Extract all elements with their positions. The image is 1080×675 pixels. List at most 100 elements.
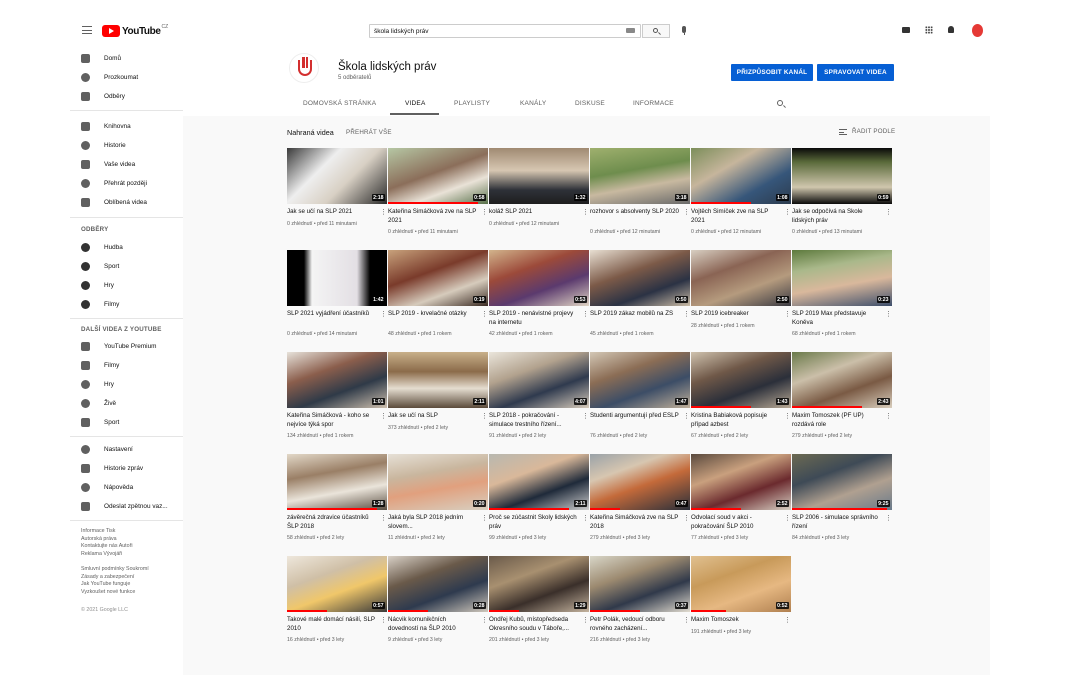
video-card[interactable]: 1:32 koláž ŠLP 2021 0 zhlédnutí • před 12 …	[489, 148, 589, 248]
video-card[interactable]: 1:47 Studenti argumentují před ESLP 76 zhl…	[590, 352, 690, 452]
video-card[interactable]: 0:19 ŠLP 2019 - krvelačné otázky 48 zhlédn…	[388, 250, 488, 350]
video-thumbnail[interactable]: 0:47	[590, 454, 690, 510]
tab-discussion[interactable]: DISKUSE	[575, 100, 605, 107]
video-title[interactable]: ŠLP 2019 zákaz mobilů na ZŠ	[590, 310, 680, 319]
footer-links-primary[interactable]: Informace Tisk Autorská práva Kontaktujt…	[81, 528, 177, 558]
video-card[interactable]: 3:18 rozhovor s absolventy ŠLP 2020 0 zhlé…	[590, 148, 690, 248]
tab-channels[interactable]: KANÁLY	[520, 100, 546, 107]
video-card[interactable]: 0:58 Kateřina Šimáčková zve na ŠLP 2021 0 …	[388, 148, 488, 248]
video-title[interactable]: závěrečná zdravice účastníků ŠLP 2018	[287, 514, 377, 531]
tab-playlists[interactable]: PLAYLISTY	[454, 100, 490, 107]
account-avatar[interactable]	[972, 24, 983, 37]
channel-search-icon[interactable]	[777, 100, 783, 106]
footer-links-secondary[interactable]: Smluvní podmínky Soukromí Zásady a zabez…	[81, 566, 177, 596]
more-actions-icon[interactable]	[585, 209, 587, 211]
video-card[interactable]: 0:20 Jaká byla ŠLP 2018 jedním slovem... 1…	[388, 454, 488, 554]
video-card[interactable]: 0:52 Maxim Tomoszek 191 zhlédnutí • před 3…	[691, 556, 791, 656]
video-card[interactable]: 1:29 Ondřej Kubů, místopředseda Okresního…	[489, 556, 589, 656]
video-title[interactable]: Kateřina Šimáčková - koho se nejvíce týk…	[287, 412, 377, 429]
sidebar-item-help[interactable]: Nápověda	[70, 478, 183, 496]
more-actions-icon[interactable]	[484, 617, 486, 619]
sidebar-item-sport[interactable]: Sport	[70, 257, 183, 275]
more-actions-icon[interactable]	[686, 413, 688, 415]
more-actions-icon[interactable]	[787, 413, 789, 415]
video-title[interactable]: Nácvik komunikčních dovedností na ŠLP 20…	[388, 616, 478, 633]
video-thumbnail[interactable]: 1:01	[287, 352, 387, 408]
sidebar-item-history[interactable]: Historie	[70, 136, 183, 154]
video-thumbnail[interactable]: 0:52	[691, 556, 791, 612]
video-thumbnail[interactable]: 9:25	[792, 454, 892, 510]
tab-videos[interactable]: VIDEA	[405, 100, 426, 107]
create-video-icon[interactable]	[902, 27, 910, 33]
video-title[interactable]: ŠLP 2021 vyjádření účastníků	[287, 310, 377, 319]
more-actions-icon[interactable]	[787, 311, 789, 313]
video-title[interactable]: Odvolací soud v akci - pokračování ŠLP 2…	[691, 514, 781, 531]
channel-avatar[interactable]	[289, 53, 319, 83]
video-title[interactable]: ŠLP 2006 - simulace správního řízení	[792, 514, 882, 531]
video-thumbnail[interactable]: 0:50	[590, 250, 690, 306]
sidebar-item-report-history[interactable]: Historie zpráv	[70, 459, 183, 477]
video-title[interactable]: Proč se zúčastnit Školy lidských práv	[489, 514, 579, 531]
sidebar-item-your-videos[interactable]: Vaše videa	[70, 155, 183, 173]
sidebar-item-gaming[interactable]: Hry	[70, 276, 183, 294]
apps-grid-icon[interactable]	[925, 26, 933, 34]
video-title[interactable]: ŠLP 2019 - nenávistné projevy na interne…	[489, 310, 579, 327]
sidebar-item-music[interactable]: Hudba	[70, 238, 183, 256]
youtube-logo[interactable]: YouTube CZ	[102, 24, 168, 38]
video-card[interactable]: 1:01 Kateřina Šimáčková - koho se nejvíce…	[287, 352, 387, 452]
sidebar-item-settings[interactable]: Nastavení	[70, 440, 183, 458]
video-card[interactable]: 0:28 Nácvik komunikčních dovedností na ŠL…	[388, 556, 488, 656]
video-card[interactable]: 1:43 Kristina Babiaková popisuje případ a…	[691, 352, 791, 452]
more-actions-icon[interactable]	[888, 413, 890, 415]
video-card[interactable]: 2:11 Proč se zúčastnit Školy lidských prá…	[489, 454, 589, 554]
tab-home[interactable]: DOMOVSKÁ STRÁNKA	[303, 100, 376, 107]
more-actions-icon[interactable]	[888, 311, 890, 313]
sidebar-item-games[interactable]: Hry	[70, 375, 183, 393]
video-thumbnail[interactable]: 2:50	[691, 250, 791, 306]
video-card[interactable]: 2:43 Maxim Tomoszek (PF UP) rozdává role 2…	[792, 352, 892, 452]
more-actions-icon[interactable]	[686, 515, 688, 517]
video-title[interactable]: Takové malé domácí násilí, ŠLP 2010	[287, 616, 377, 633]
video-thumbnail[interactable]: 0:58	[388, 148, 488, 204]
video-thumbnail[interactable]: 1:42	[287, 250, 387, 306]
play-all-button[interactable]: PŘEHRÁT VŠE	[346, 129, 392, 136]
video-thumbnail[interactable]: 0:57	[287, 556, 387, 612]
sidebar-item-liked-videos[interactable]: Oblíbená videa	[70, 193, 183, 211]
more-actions-icon[interactable]	[686, 311, 688, 313]
video-card[interactable]: 9:25 ŠLP 2006 - simulace správního řízení…	[792, 454, 892, 554]
video-thumbnail[interactable]: 2:11	[489, 454, 589, 510]
more-actions-icon[interactable]	[484, 209, 486, 211]
more-actions-icon[interactable]	[686, 617, 688, 619]
more-actions-icon[interactable]	[383, 413, 385, 415]
more-actions-icon[interactable]	[383, 617, 385, 619]
video-title[interactable]: Maxim Tomoszek	[691, 616, 781, 625]
video-thumbnail[interactable]: 0:59	[792, 148, 892, 204]
notifications-bell-icon[interactable]	[948, 26, 954, 33]
video-thumbnail[interactable]: 2:43	[792, 352, 892, 408]
video-thumbnail[interactable]: 0:28	[388, 556, 488, 612]
video-title[interactable]: Kateřina Šimáčková zve na ŠLP 2021	[388, 208, 478, 225]
menu-icon[interactable]	[82, 26, 92, 34]
more-actions-icon[interactable]	[787, 209, 789, 211]
video-card[interactable]: 0:57 Takové malé domácí násilí, ŠLP 2010 1…	[287, 556, 387, 656]
video-thumbnail[interactable]: 1:32	[489, 148, 589, 204]
more-actions-icon[interactable]	[787, 617, 789, 619]
video-thumbnail[interactable]: 0:19	[388, 250, 488, 306]
video-thumbnail[interactable]: 1:47	[590, 352, 690, 408]
video-thumbnail[interactable]: 2:18	[287, 148, 387, 204]
video-thumbnail[interactable]: 2:52	[691, 454, 791, 510]
video-thumbnail[interactable]: 0:53	[489, 250, 589, 306]
video-title[interactable]: ŠLP 2019 icebreaker	[691, 310, 781, 319]
video-thumbnail[interactable]: 0:20	[388, 454, 488, 510]
more-actions-icon[interactable]	[484, 413, 486, 415]
video-title[interactable]: Jak se učí na ŠLP	[388, 412, 478, 421]
more-actions-icon[interactable]	[383, 515, 385, 517]
keyboard-icon[interactable]	[626, 28, 635, 33]
video-thumbnail[interactable]: 2:11	[388, 352, 488, 408]
sort-by-button[interactable]: ŘADIT PODLE	[852, 128, 895, 135]
video-card[interactable]: 0:47 Kateřina Šimáčková zve na ŠLP 2018 27…	[590, 454, 690, 554]
video-title[interactable]: Petr Polák, vedoucí odboru rovného zachá…	[590, 616, 680, 633]
video-card[interactable]: 0:53 ŠLP 2019 - nenávistné projevy na int…	[489, 250, 589, 350]
video-thumbnail[interactable]: 1:43	[691, 352, 791, 408]
video-thumbnail[interactable]: 1:28	[287, 454, 387, 510]
